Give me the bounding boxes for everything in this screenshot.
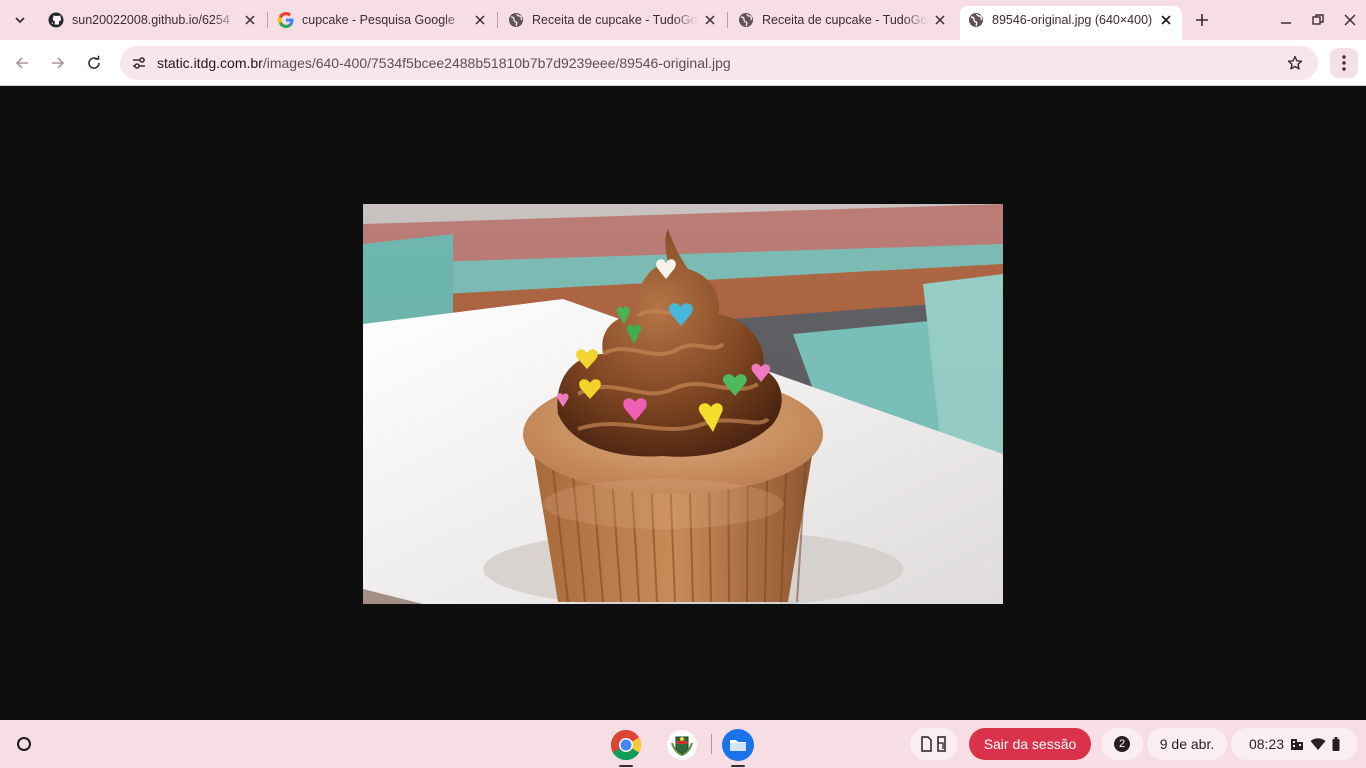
browser-toolbar: static.itdg.com.br/images/640-400/7534f5… bbox=[0, 40, 1366, 86]
close-icon[interactable] bbox=[932, 12, 948, 28]
tab-image-active[interactable]: 89546-original.jpg (640×400) bbox=[960, 6, 1182, 40]
parana-crest-icon bbox=[667, 730, 697, 760]
clock-text: 08:23 bbox=[1248, 736, 1285, 752]
url-path: /images/640-400/7534f5bcee2488b51810b7b7… bbox=[262, 55, 731, 71]
site-info-button[interactable] bbox=[126, 50, 152, 76]
sign-out-button[interactable]: Sair da sessão bbox=[969, 728, 1091, 760]
tab-title: 89546-original.jpg (640×400) bbox=[992, 13, 1153, 27]
shelf-divider bbox=[711, 734, 712, 754]
launcher-circle-icon bbox=[17, 737, 31, 751]
battery-icon bbox=[1332, 737, 1340, 751]
date-tray[interactable]: 9 de abr. bbox=[1147, 728, 1227, 760]
more-vert-icon bbox=[1342, 55, 1346, 71]
notification-count-badge: 2 bbox=[1114, 736, 1130, 752]
forward-button[interactable] bbox=[45, 50, 71, 76]
tab-divider bbox=[497, 12, 498, 28]
url-text[interactable]: static.itdg.com.br/images/640-400/7534f5… bbox=[157, 55, 731, 71]
tab-recipe-1[interactable]: Receita de cupcake - TudoGostoso bbox=[500, 6, 726, 34]
launcher-button[interactable] bbox=[8, 728, 40, 760]
date-text: 9 de abr. bbox=[1159, 736, 1215, 752]
phone-hub-icon bbox=[921, 736, 946, 752]
shelf-app-chrome[interactable] bbox=[609, 728, 643, 767]
system-shelf: Sair da sessão 2 9 de abr. 08:23 bbox=[0, 720, 1366, 768]
tab-title: Receita de cupcake - TudoGostoso bbox=[532, 13, 698, 27]
tab-title: Receita de cupcake - TudoGostoso bbox=[762, 13, 928, 27]
bookmark-button[interactable] bbox=[1282, 50, 1308, 76]
close-icon bbox=[1344, 14, 1356, 26]
globe-icon bbox=[969, 13, 983, 27]
address-bar[interactable]: static.itdg.com.br/images/640-400/7534f5… bbox=[120, 46, 1318, 80]
restore-icon bbox=[1312, 14, 1324, 25]
notification-center[interactable]: 2 bbox=[1101, 728, 1143, 760]
minimize-icon bbox=[1281, 22, 1291, 24]
tab-strip: sun20022008.github.io/6254 cupcake - Pes… bbox=[0, 0, 1366, 40]
close-icon[interactable] bbox=[1158, 12, 1174, 28]
cupcake-photo[interactable] bbox=[363, 204, 1003, 604]
tab-title: sun20022008.github.io/6254 bbox=[72, 13, 230, 27]
arrow-right-icon bbox=[52, 57, 65, 69]
google-icon bbox=[278, 12, 294, 28]
back-button[interactable] bbox=[9, 50, 35, 76]
files-icon bbox=[722, 729, 754, 761]
wifi-icon bbox=[1310, 738, 1326, 750]
close-icon[interactable] bbox=[242, 12, 258, 28]
browser-menu-button[interactable] bbox=[1330, 48, 1358, 78]
tab-title: cupcake - Pesquisa Google bbox=[302, 13, 455, 27]
tab-recipe-2[interactable]: Receita de cupcake - TudoGostoso bbox=[730, 6, 956, 34]
shelf-app-files[interactable] bbox=[721, 728, 755, 767]
chrome-icon bbox=[610, 730, 642, 761]
tab-github[interactable]: sun20022008.github.io/6254 bbox=[40, 6, 266, 34]
plus-icon bbox=[1196, 14, 1208, 26]
tab-google-search[interactable]: cupcake - Pesquisa Google bbox=[270, 6, 496, 34]
url-host: static.itdg.com.br bbox=[157, 55, 263, 71]
status-tray[interactable]: 08:23 bbox=[1231, 728, 1358, 760]
close-icon[interactable] bbox=[702, 12, 718, 28]
minimize-button[interactable] bbox=[1274, 8, 1298, 32]
star-icon bbox=[1287, 55, 1303, 70]
holding-space-button[interactable] bbox=[910, 728, 958, 760]
arrow-left-icon bbox=[15, 57, 28, 69]
shelf-app-parana[interactable] bbox=[665, 728, 699, 762]
close-window-button[interactable] bbox=[1338, 8, 1362, 32]
close-icon[interactable] bbox=[472, 12, 488, 28]
reload-icon bbox=[88, 55, 100, 69]
running-indicator bbox=[619, 765, 633, 767]
tab-search-button[interactable] bbox=[8, 8, 32, 32]
tab-divider bbox=[267, 12, 268, 28]
image-viewer bbox=[0, 87, 1366, 720]
chevron-down-icon bbox=[15, 17, 25, 24]
globe-icon bbox=[739, 13, 753, 27]
tune-icon bbox=[133, 57, 145, 69]
reload-button[interactable] bbox=[81, 50, 107, 76]
new-tab-button[interactable] bbox=[1190, 8, 1214, 32]
tab-divider bbox=[727, 12, 728, 28]
running-indicator bbox=[731, 765, 745, 767]
globe-icon bbox=[509, 13, 523, 27]
github-icon bbox=[48, 12, 64, 28]
managed-building-icon bbox=[1291, 739, 1304, 750]
restore-button[interactable] bbox=[1306, 8, 1330, 32]
